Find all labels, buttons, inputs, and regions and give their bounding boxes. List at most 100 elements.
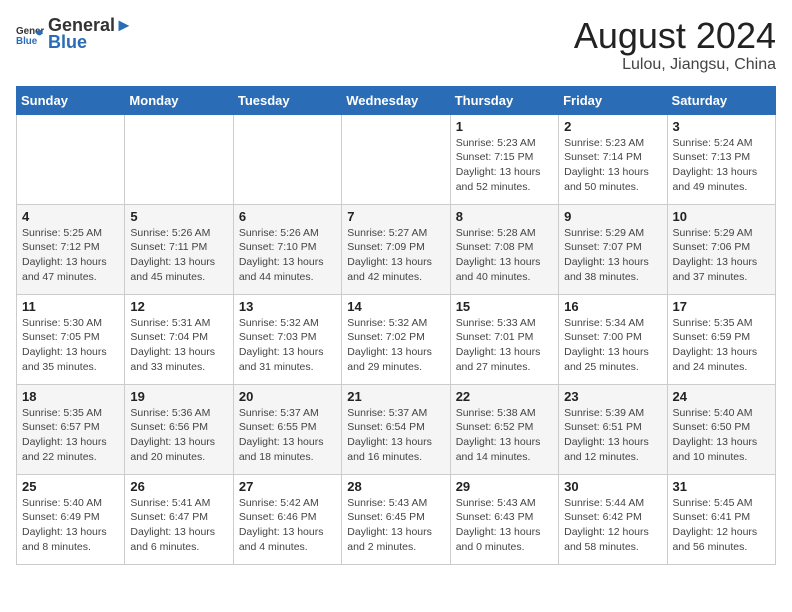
- day-info: Sunrise: 5:35 AM Sunset: 6:57 PM Dayligh…: [22, 406, 119, 465]
- calendar-cell: 12 Sunrise: 5:31 AM Sunset: 7:04 PM Dayli…: [125, 294, 233, 384]
- day-info: Sunrise: 5:43 AM Sunset: 6:43 PM Dayligh…: [456, 496, 553, 555]
- header: General Blue General► Blue August 2024 L…: [16, 16, 776, 74]
- calendar-cell: 25 Sunrise: 5:40 AM Sunset: 6:49 PM Dayli…: [17, 474, 125, 564]
- day-number: 29: [456, 479, 553, 494]
- calendar-cell: 11Sunrise: 5:30 AM Sunset: 7:05 PM Dayli…: [17, 294, 125, 384]
- calendar-cell: 1 Sunrise: 5:23 AM Sunset: 7:15 PM Daylig…: [450, 114, 558, 204]
- day-number: 19: [130, 389, 227, 404]
- day-number: 15: [456, 299, 553, 314]
- calendar-cell: 21 Sunrise: 5:37 AM Sunset: 6:54 PM Dayli…: [342, 384, 450, 474]
- day-info: Sunrise: 5:27 AM Sunset: 7:09 PM Dayligh…: [347, 226, 444, 285]
- day-number: 22: [456, 389, 553, 404]
- weekday-header-thursday: Thursday: [450, 86, 558, 114]
- day-info: Sunrise: 5:44 AM Sunset: 6:42 PM Dayligh…: [564, 496, 661, 555]
- calendar-cell: 4 Sunrise: 5:25 AM Sunset: 7:12 PM Daylig…: [17, 204, 125, 294]
- calendar-cell: 15Sunrise: 5:33 AM Sunset: 7:01 PM Dayli…: [450, 294, 558, 384]
- location-subtitle: Lulou, Jiangsu, China: [574, 56, 776, 74]
- day-number: 4: [22, 209, 119, 224]
- day-info: Sunrise: 5:40 AM Sunset: 6:50 PM Dayligh…: [673, 406, 770, 465]
- calendar-cell: 7 Sunrise: 5:27 AM Sunset: 7:09 PM Daylig…: [342, 204, 450, 294]
- calendar-cell: 17 Sunrise: 5:35 AM Sunset: 6:59 PM Dayli…: [667, 294, 775, 384]
- day-info: Sunrise: 5:23 AM Sunset: 7:15 PM Dayligh…: [456, 136, 553, 195]
- day-info: Sunrise: 5:39 AM Sunset: 6:51 PM Dayligh…: [564, 406, 661, 465]
- calendar-cell: 10Sunrise: 5:29 AM Sunset: 7:06 PM Dayli…: [667, 204, 775, 294]
- day-info: Sunrise: 5:40 AM Sunset: 6:49 PM Dayligh…: [22, 496, 119, 555]
- calendar-cell: 26 Sunrise: 5:41 AM Sunset: 6:47 PM Dayli…: [125, 474, 233, 564]
- day-number: 12: [130, 299, 227, 314]
- day-number: 21: [347, 389, 444, 404]
- calendar-cell: 27 Sunrise: 5:42 AM Sunset: 6:46 PM Dayli…: [233, 474, 341, 564]
- calendar-cell: [125, 114, 233, 204]
- day-number: 9: [564, 209, 661, 224]
- calendar-week-row: 25 Sunrise: 5:40 AM Sunset: 6:49 PM Dayli…: [17, 474, 776, 564]
- day-number: 8: [456, 209, 553, 224]
- day-info: Sunrise: 5:35 AM Sunset: 6:59 PM Dayligh…: [673, 316, 770, 375]
- day-info: Sunrise: 5:37 AM Sunset: 6:54 PM Dayligh…: [347, 406, 444, 465]
- weekday-header-sunday: Sunday: [17, 86, 125, 114]
- day-number: 14: [347, 299, 444, 314]
- day-number: 5: [130, 209, 227, 224]
- logo-icon: General Blue: [16, 20, 44, 48]
- day-number: 25: [22, 479, 119, 494]
- calendar-cell: 30 Sunrise: 5:44 AM Sunset: 6:42 PM Dayli…: [559, 474, 667, 564]
- day-info: Sunrise: 5:26 AM Sunset: 7:10 PM Dayligh…: [239, 226, 336, 285]
- calendar-week-row: 4 Sunrise: 5:25 AM Sunset: 7:12 PM Daylig…: [17, 204, 776, 294]
- day-info: Sunrise: 5:25 AM Sunset: 7:12 PM Dayligh…: [22, 226, 119, 285]
- day-number: 1: [456, 119, 553, 134]
- day-info: Sunrise: 5:42 AM Sunset: 6:46 PM Dayligh…: [239, 496, 336, 555]
- day-info: Sunrise: 5:32 AM Sunset: 7:03 PM Dayligh…: [239, 316, 336, 375]
- weekday-header-monday: Monday: [125, 86, 233, 114]
- day-info: Sunrise: 5:30 AM Sunset: 7:05 PM Dayligh…: [22, 316, 119, 375]
- weekday-header-wednesday: Wednesday: [342, 86, 450, 114]
- calendar-table: SundayMondayTuesdayWednesdayThursdayFrid…: [16, 86, 776, 565]
- weekday-header-row: SundayMondayTuesdayWednesdayThursdayFrid…: [17, 86, 776, 114]
- calendar-cell: 24Sunrise: 5:40 AM Sunset: 6:50 PM Dayli…: [667, 384, 775, 474]
- day-number: 30: [564, 479, 661, 494]
- calendar-cell: [342, 114, 450, 204]
- weekday-header-friday: Friday: [559, 86, 667, 114]
- day-info: Sunrise: 5:41 AM Sunset: 6:47 PM Dayligh…: [130, 496, 227, 555]
- day-number: 6: [239, 209, 336, 224]
- calendar-cell: [233, 114, 341, 204]
- day-info: Sunrise: 5:29 AM Sunset: 7:07 PM Dayligh…: [564, 226, 661, 285]
- day-info: Sunrise: 5:31 AM Sunset: 7:04 PM Dayligh…: [130, 316, 227, 375]
- day-info: Sunrise: 5:34 AM Sunset: 7:00 PM Dayligh…: [564, 316, 661, 375]
- calendar-cell: [17, 114, 125, 204]
- calendar-cell: 22Sunrise: 5:38 AM Sunset: 6:52 PM Dayli…: [450, 384, 558, 474]
- day-number: 3: [673, 119, 770, 134]
- day-number: 27: [239, 479, 336, 494]
- day-info: Sunrise: 5:23 AM Sunset: 7:14 PM Dayligh…: [564, 136, 661, 195]
- day-number: 16: [564, 299, 661, 314]
- calendar-cell: 5Sunrise: 5:26 AM Sunset: 7:11 PM Daylig…: [125, 204, 233, 294]
- day-number: 26: [130, 479, 227, 494]
- weekday-header-tuesday: Tuesday: [233, 86, 341, 114]
- logo: General Blue General► Blue: [16, 16, 133, 53]
- day-number: 7: [347, 209, 444, 224]
- month-year-title: August 2024: [574, 16, 776, 56]
- day-info: Sunrise: 5:37 AM Sunset: 6:55 PM Dayligh…: [239, 406, 336, 465]
- day-number: 28: [347, 479, 444, 494]
- day-info: Sunrise: 5:32 AM Sunset: 7:02 PM Dayligh…: [347, 316, 444, 375]
- calendar-cell: 13 Sunrise: 5:32 AM Sunset: 7:03 PM Dayli…: [233, 294, 341, 384]
- calendar-cell: 18Sunrise: 5:35 AM Sunset: 6:57 PM Dayli…: [17, 384, 125, 474]
- weekday-header-saturday: Saturday: [667, 86, 775, 114]
- day-number: 17: [673, 299, 770, 314]
- day-info: Sunrise: 5:24 AM Sunset: 7:13 PM Dayligh…: [673, 136, 770, 195]
- calendar-week-row: 18Sunrise: 5:35 AM Sunset: 6:57 PM Dayli…: [17, 384, 776, 474]
- calendar-cell: 6 Sunrise: 5:26 AM Sunset: 7:10 PM Daylig…: [233, 204, 341, 294]
- calendar-cell: 8Sunrise: 5:28 AM Sunset: 7:08 PM Daylig…: [450, 204, 558, 294]
- day-info: Sunrise: 5:45 AM Sunset: 6:41 PM Dayligh…: [673, 496, 770, 555]
- calendar-cell: 31Sunrise: 5:45 AM Sunset: 6:41 PM Dayli…: [667, 474, 775, 564]
- calendar-cell: 28 Sunrise: 5:43 AM Sunset: 6:45 PM Dayli…: [342, 474, 450, 564]
- calendar-cell: 9 Sunrise: 5:29 AM Sunset: 7:07 PM Daylig…: [559, 204, 667, 294]
- logo-chevron: ►: [115, 15, 133, 35]
- svg-text:Blue: Blue: [16, 36, 38, 47]
- calendar-cell: 23 Sunrise: 5:39 AM Sunset: 6:51 PM Dayli…: [559, 384, 667, 474]
- day-number: 23: [564, 389, 661, 404]
- day-number: 20: [239, 389, 336, 404]
- day-number: 13: [239, 299, 336, 314]
- title-area: August 2024 Lulou, Jiangsu, China: [574, 16, 776, 74]
- day-info: Sunrise: 5:43 AM Sunset: 6:45 PM Dayligh…: [347, 496, 444, 555]
- calendar-cell: 20 Sunrise: 5:37 AM Sunset: 6:55 PM Dayli…: [233, 384, 341, 474]
- calendar-cell: 2Sunrise: 5:23 AM Sunset: 7:14 PM Daylig…: [559, 114, 667, 204]
